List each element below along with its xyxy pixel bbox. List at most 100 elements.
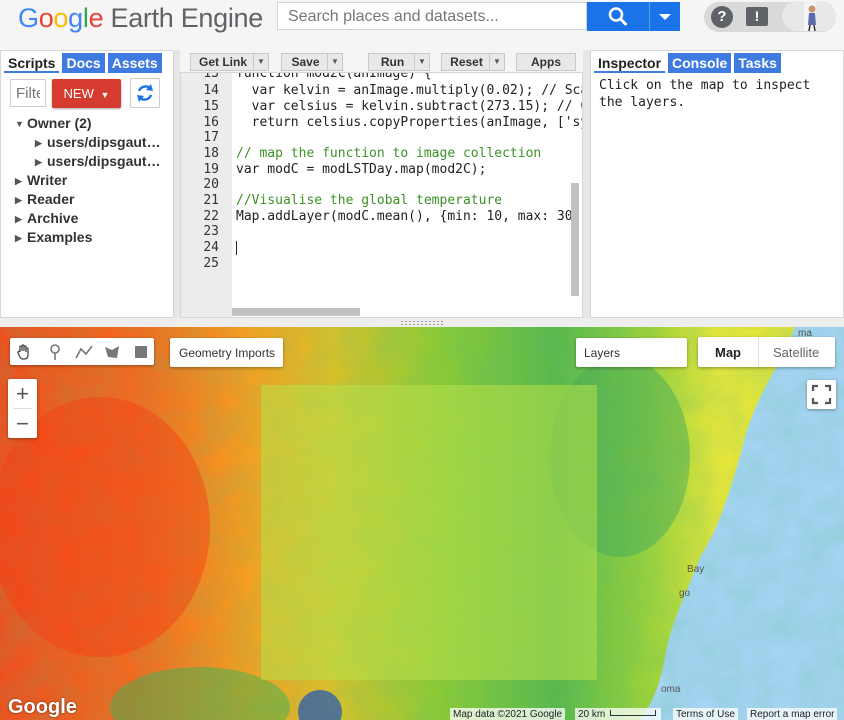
line-number: 18: [203, 146, 219, 161]
run-button[interactable]: Run ▼: [368, 53, 430, 71]
map-data-attribution: Map data ©2021 Google: [450, 708, 566, 720]
apps-button[interactable]: Apps: [516, 53, 576, 71]
hand-pan-icon[interactable]: [15, 343, 33, 361]
editor-vertical-scrollbar[interactable]: [569, 72, 581, 318]
reset-button[interactable]: Reset ▼: [441, 53, 505, 71]
new-script-button[interactable]: NEW ▼: [52, 79, 121, 108]
tree-label: Examples: [27, 229, 93, 245]
line-number: 19: [203, 162, 219, 177]
tree-folder-owner[interactable]: ▼ Owner (2): [15, 115, 92, 131]
caret-right-icon: ▶: [35, 157, 42, 167]
tree-repo-item[interactable]: ▶ users/dipsgaut…: [35, 134, 161, 150]
search-options-dropdown[interactable]: [649, 2, 680, 31]
temperature-map-layer: [0, 327, 844, 720]
get-link-button[interactable]: Get Link ▼: [190, 53, 269, 71]
code-editor[interactable]: 13 14 15 16 17 18 19 20 21 22 23 24 25 f…: [180, 72, 583, 318]
caret-right-icon: ▶: [15, 176, 22, 186]
product-name: Earth Engine: [110, 3, 263, 33]
caret-right-icon: ▶: [35, 138, 42, 148]
line-number-gutter: 13 14 15 16 17 18 19 20 21 22 23 24 25: [181, 73, 232, 317]
zoom-in-button[interactable]: +: [8, 379, 37, 408]
map-type-satellite-label: Satellite: [773, 345, 820, 360]
polygon-draw-icon[interactable]: [103, 343, 121, 361]
scale-label: 20 km: [578, 709, 606, 720]
tab-console[interactable]: Console: [668, 53, 732, 73]
map-scale[interactable]: 20 km: [575, 708, 661, 720]
fullscreen-button[interactable]: [807, 380, 836, 409]
google-map-logo[interactable]: Google: [8, 696, 77, 719]
code-line: Map.addLayer(modC.mean(), {min: 10, max:…: [236, 209, 583, 224]
line-number: 20: [203, 177, 219, 192]
tree-repo-item[interactable]: ▶ users/dipsgaut…: [35, 153, 161, 169]
chevron-down-icon[interactable]: ▼: [327, 54, 342, 70]
help-icon[interactable]: ?: [711, 6, 733, 28]
feedback-icon[interactable]: !: [746, 7, 768, 26]
tree-label: users/dipsgaut…: [47, 153, 161, 169]
map-code-splitter[interactable]: [0, 318, 844, 327]
chevron-down-icon[interactable]: ▼: [489, 54, 504, 70]
inspector-hint: Click on the map to inspect the layers.: [599, 78, 811, 110]
report-map-error-link[interactable]: Report a map error: [747, 708, 838, 720]
line-number: 22: [203, 209, 219, 224]
reset-label: Reset: [450, 55, 483, 69]
search-button[interactable]: [587, 2, 649, 31]
panel-splitter[interactable]: [583, 50, 590, 318]
tree-folder-reader[interactable]: ▶ Reader: [15, 191, 74, 207]
tab-assets[interactable]: Assets: [107, 53, 162, 73]
get-link-label: Get Link: [198, 55, 247, 69]
rectangle-draw-icon[interactable]: [133, 343, 149, 361]
geometry-imports-label: Geometry Imports: [179, 346, 276, 360]
text-cursor: [236, 241, 237, 255]
map-view[interactable]: Geometry Imports Layers Map Satellite + …: [0, 327, 844, 720]
refresh-scripts-button[interactable]: [130, 78, 160, 108]
drag-handle-icon[interactable]: [400, 320, 444, 325]
tab-docs[interactable]: Docs: [62, 53, 105, 73]
caret-right-icon: ▶: [15, 214, 22, 224]
tree-folder-writer[interactable]: ▶ Writer: [15, 172, 67, 188]
user-avatar[interactable]: [782, 1, 836, 31]
tree-label: Reader: [27, 191, 75, 207]
caret-right-icon: ▶: [15, 195, 22, 205]
earth-engine-logo[interactable]: Google Earth Engine: [18, 3, 263, 33]
inspector-panel: Inspector Console Tasks Click on the map…: [590, 50, 844, 318]
line-number: 25: [203, 256, 219, 271]
tab-tasks[interactable]: Tasks: [734, 53, 781, 73]
code-line: var celsius = kelvin.subtract(273.15); /…: [236, 99, 583, 114]
map-type-satellite-button[interactable]: Satellite: [759, 337, 835, 367]
drawing-tools: [10, 338, 154, 365]
chevron-down-icon: [659, 14, 671, 20]
tab-inspector[interactable]: Inspector: [594, 53, 666, 73]
fullscreen-icon: [811, 384, 832, 405]
scale-bar-icon: [610, 710, 657, 716]
editor-horizontal-scrollbar[interactable]: [180, 306, 572, 318]
script-filter-input[interactable]: [10, 79, 46, 107]
terms-of-use-link[interactable]: Terms of Use: [673, 708, 738, 720]
caret-right-icon: ▶: [15, 233, 22, 243]
google-logo-text: Google: [18, 3, 104, 33]
tab-scripts[interactable]: Scripts: [4, 53, 60, 73]
marker-icon[interactable]: [47, 343, 63, 361]
scrollbar-thumb[interactable]: [232, 308, 360, 316]
map-type-toggle: Map Satellite: [698, 337, 835, 367]
search-box[interactable]: [277, 2, 587, 30]
save-button[interactable]: Save ▼: [281, 53, 343, 71]
scrollbar-thumb[interactable]: [571, 183, 579, 296]
chevron-down-icon[interactable]: ▼: [253, 54, 268, 70]
search-icon: [608, 7, 627, 26]
chevron-down-icon[interactable]: ▼: [414, 54, 429, 70]
geometry-imports-button[interactable]: Geometry Imports: [170, 338, 283, 367]
search-input[interactable]: [286, 4, 580, 30]
right-panel-tabs: Inspector Console Tasks: [594, 53, 784, 73]
line-number: 24: [203, 240, 219, 255]
chevron-down-icon: ▼: [100, 90, 110, 100]
caret-down-icon: ▼: [15, 119, 24, 129]
layers-button[interactable]: Layers: [576, 338, 687, 367]
code-line: // map the function to image collection: [236, 146, 542, 161]
map-place-label: Bay: [687, 564, 705, 575]
tree-folder-archive[interactable]: ▶ Archive: [15, 210, 78, 226]
map-type-map-label: Map: [715, 345, 741, 360]
tree-folder-examples[interactable]: ▶ Examples: [15, 229, 92, 245]
line-draw-icon[interactable]: [74, 343, 94, 361]
zoom-out-button[interactable]: −: [8, 409, 37, 438]
map-type-map-button[interactable]: Map: [698, 337, 759, 367]
